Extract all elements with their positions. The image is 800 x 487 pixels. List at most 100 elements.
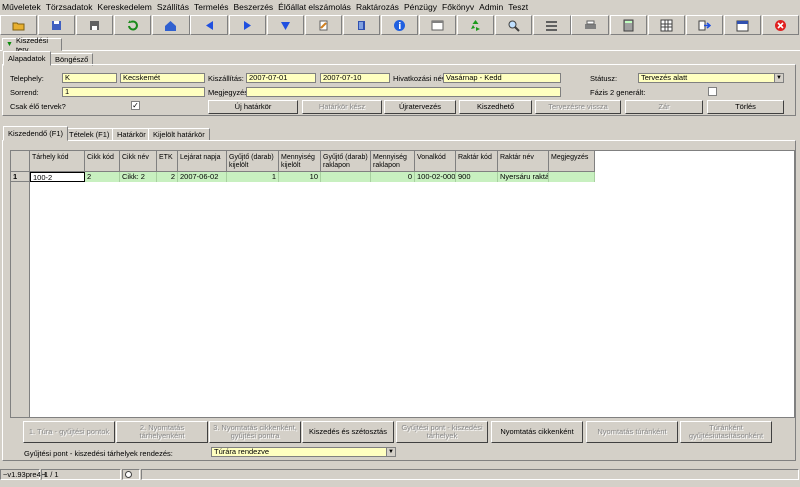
menu-item-8[interactable]: Pénzügy: [404, 2, 437, 12]
toolbar-button-refresh[interactable]: [114, 15, 152, 35]
grid-icon: [660, 19, 673, 31]
top-button-0[interactable]: Új határkör: [208, 100, 298, 114]
fazis-checkbox[interactable]: [708, 87, 717, 96]
table-cell[interactable]: Cikk: 2: [120, 172, 157, 182]
column-header-12[interactable]: Megjegyzés: [549, 151, 595, 172]
table-cell[interactable]: 100-2: [30, 172, 85, 182]
bottom-button-3[interactable]: Kiszedés és szétosztás: [302, 421, 394, 443]
toolbar-button-arrow-down[interactable]: [266, 15, 304, 35]
toolbar-button-home[interactable]: [152, 15, 190, 35]
menu-item-5[interactable]: Beszerzés: [233, 2, 273, 12]
menu-item-3[interactable]: Szállítás: [157, 2, 189, 12]
arrow-right-icon: [243, 20, 251, 30]
table-cell[interactable]: 100-02-000: [415, 172, 456, 182]
table-cell[interactable]: [549, 172, 595, 182]
printer-icon: [584, 20, 596, 29]
toolbar-button-save[interactable]: [38, 15, 76, 35]
bottom-button-4[interactable]: Gyűjtési pont - kiszedési tárhelyek: [396, 421, 488, 443]
toolbar-button-magnifier[interactable]: [495, 15, 533, 35]
telephely-code-field[interactable]: K: [62, 73, 117, 83]
toolbar-button-edit[interactable]: [304, 15, 342, 35]
toolbar-button-folder-open[interactable]: [0, 15, 38, 35]
table-cell[interactable]: 2: [85, 172, 120, 182]
tab-alapadatok[interactable]: Alapadatok: [3, 51, 51, 66]
window-tab[interactable]: ▼ Kiszedési terv: [2, 36, 62, 54]
table-cell[interactable]: 2: [157, 172, 178, 182]
toolbar-button-book[interactable]: [342, 15, 381, 35]
menu-item-1[interactable]: Törzsadatok: [46, 2, 93, 12]
sorrend-field[interactable]: 1: [62, 87, 205, 97]
toolbar-button-arrow-left[interactable]: [190, 15, 228, 35]
column-header-4[interactable]: Lejárat napja: [178, 151, 227, 172]
column-header-1[interactable]: Cikk kód: [85, 151, 120, 172]
toolbar-button-export[interactable]: [685, 15, 723, 35]
column-header-5[interactable]: Gyűjtő (darab) kijelölt: [227, 151, 279, 172]
row-index[interactable]: 1: [11, 172, 30, 182]
bottom-button-7[interactable]: Túránként gyűjtésiutasításonként: [680, 421, 772, 443]
statusz-select[interactable]: Tervezés alatt ▼: [638, 73, 784, 83]
column-header-3[interactable]: ETK: [157, 151, 178, 172]
data-grid[interactable]: 1 Tárhely kód 100-2 Cikk kód 2 Cikk név Cikk:…: [10, 150, 795, 418]
menu-item-2[interactable]: Kereskedelem: [98, 2, 152, 12]
column-header-6[interactable]: Mennyiség kijelölt: [279, 151, 321, 172]
hivatkozasi-field[interactable]: Vasárnap - Kedd: [443, 73, 561, 83]
menu-item-9[interactable]: Főkönyv: [442, 2, 474, 12]
kiszallitas-from-field[interactable]: 2007-07-01: [246, 73, 316, 83]
table-cell[interactable]: 900: [456, 172, 498, 182]
table-cell[interactable]: 1: [227, 172, 279, 182]
toolbar-button-info[interactable]: [380, 15, 419, 35]
toolbar-button-grid[interactable]: [647, 15, 685, 35]
hivatkozasi-label: Hivatkozási név:: [393, 74, 448, 83]
toolbar-button-floppy[interactable]: [76, 15, 114, 35]
chevron-down-icon[interactable]: ▼: [774, 74, 783, 82]
toolbar-button-list[interactable]: [533, 15, 571, 35]
menu-item-4[interactable]: Termelés: [194, 2, 228, 12]
tab-kiszedendo[interactable]: Kiszedendő (F1): [3, 126, 69, 141]
menu-item-11[interactable]: Teszt: [508, 2, 528, 12]
top-button-1[interactable]: Határkör kész: [302, 100, 382, 114]
column-header-0[interactable]: Tárhely kód: [30, 151, 85, 172]
bottom-button-5[interactable]: Nyomtatás cikkenként: [491, 421, 583, 443]
column-header-2[interactable]: Cikk név: [120, 151, 157, 172]
csak-elo-checkbox[interactable]: ✓: [131, 101, 140, 110]
table-cell[interactable]: 0: [371, 172, 415, 182]
megjegyzes-field[interactable]: [246, 87, 561, 97]
sort-select[interactable]: Túrára rendezve ▼: [211, 447, 396, 457]
menu-item-6[interactable]: Élőállat elszámolás: [278, 2, 351, 12]
table-cell[interactable]: 10: [279, 172, 321, 182]
sorrend-label: Sorrend:: [10, 88, 39, 97]
kiszallitas-to-field[interactable]: 2007-07-10: [320, 73, 390, 83]
bottom-button-0[interactable]: 1. Túra - gyűjtési pontok: [23, 421, 115, 443]
menu-item-0[interactable]: Műveletek: [2, 2, 41, 12]
table-cell[interactable]: 2007-06-02: [178, 172, 227, 182]
top-button-4[interactable]: Tervezésre vissza: [535, 100, 621, 114]
megjegyzes-label: Megjegyzés:: [208, 88, 251, 97]
column-header-7[interactable]: Gyűjtő (darab) raklapon: [321, 151, 371, 172]
bottom-button-2[interactable]: 3. Nyomtatás cikkenként, gyűjtési pontra: [209, 421, 301, 443]
toolbar-button-calendar[interactable]: [723, 15, 761, 35]
top-button-6[interactable]: Törlés: [707, 100, 784, 114]
toolbar-button-arrow-right[interactable]: [228, 15, 266, 35]
top-button-5[interactable]: Zár: [625, 100, 703, 114]
toolbar-button-printer[interactable]: [571, 15, 609, 35]
menu-item-7[interactable]: Raktározás: [356, 2, 399, 12]
top-button-3[interactable]: Kiszedhető: [459, 100, 532, 114]
toolbar-button-recycle[interactable]: [457, 15, 495, 35]
bottom-button-6[interactable]: Nyomtatás túránként: [586, 421, 678, 443]
toolbar-button-window[interactable]: [419, 15, 457, 35]
toolbar-button-calculator[interactable]: [609, 15, 647, 35]
chevron-down-icon[interactable]: ▼: [386, 448, 395, 456]
column-header-9[interactable]: Vonalkód: [415, 151, 456, 172]
column-header-11[interactable]: Raktár név: [498, 151, 549, 172]
bottom-button-1[interactable]: 2. Nyomtatás tárhelyenként: [116, 421, 208, 443]
column-header-8[interactable]: Mennyiség raklapon: [371, 151, 415, 172]
arrow-left-icon: [205, 20, 213, 30]
table-cell[interactable]: [321, 172, 371, 182]
top-button-2[interactable]: Újratervezés: [384, 100, 456, 114]
radio-icon: [125, 471, 132, 478]
table-cell[interactable]: Nyersáru raktár: [498, 172, 549, 182]
column-header-10[interactable]: Raktár kód: [456, 151, 498, 172]
menu-item-10[interactable]: Admin: [479, 2, 503, 12]
telephely-name-field[interactable]: Kecskemét: [120, 73, 205, 83]
toolbar-button-close[interactable]: [761, 15, 800, 35]
